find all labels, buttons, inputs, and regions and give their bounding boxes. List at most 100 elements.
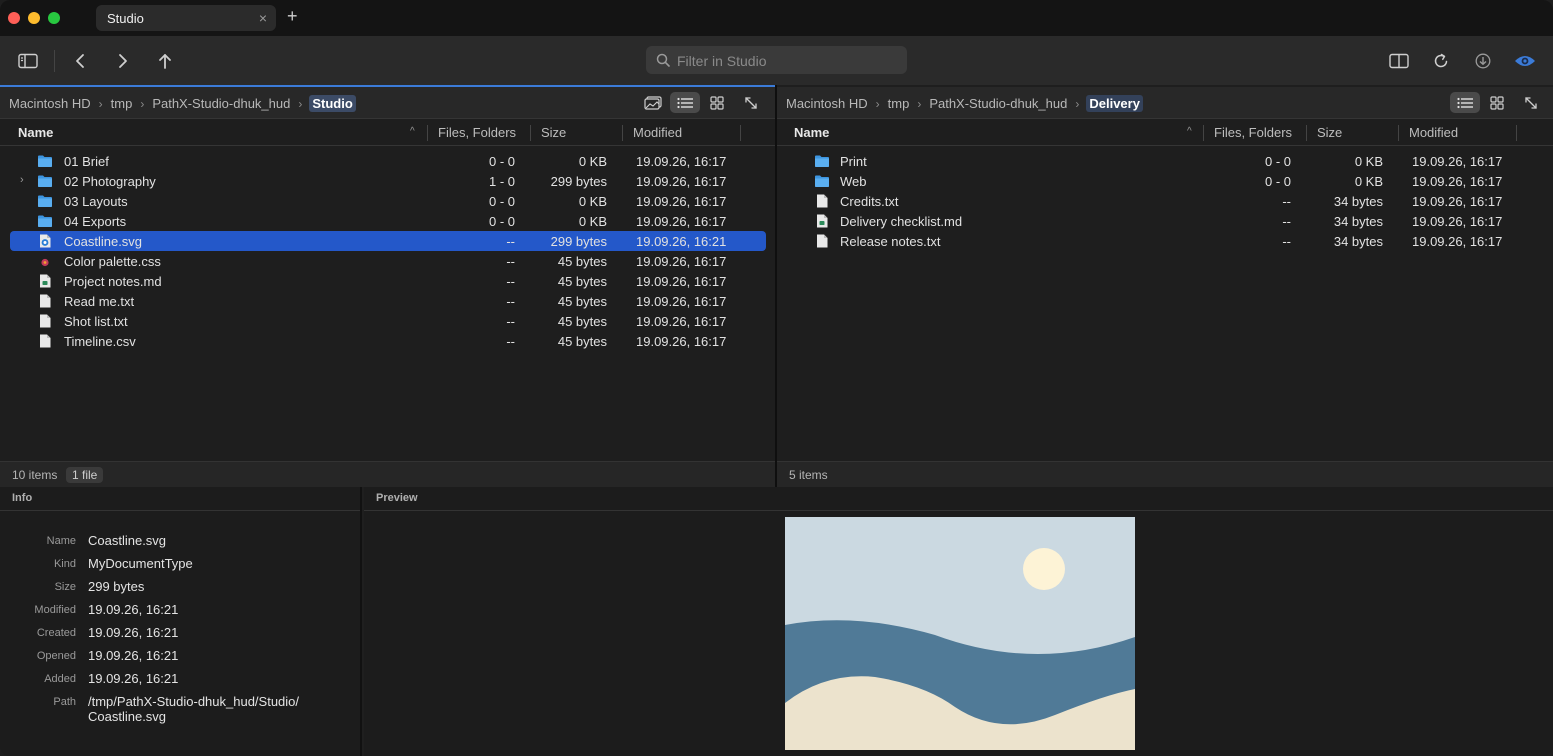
column-divider[interactable] [740, 125, 741, 141]
column-files-folders[interactable]: Files, Folders [438, 125, 516, 140]
refresh-icon [1434, 53, 1448, 68]
file-size: 0 KB [578, 154, 607, 169]
breadcrumb: Macintosh HD › tmp › PathX-Studio-dhuk_h… [8, 95, 356, 112]
zoom-window-button[interactable] [48, 12, 60, 24]
column-divider[interactable] [427, 125, 428, 141]
table-row[interactable]: 03 Layouts 0 - 0 0 KB 19.09.26, 16:17 [0, 191, 775, 211]
gallery-view-button[interactable] [638, 92, 668, 113]
filter-field[interactable]: Filter in Studio [646, 46, 907, 74]
breadcrumb-item[interactable]: PathX-Studio-dhuk_hud [928, 96, 1068, 111]
column-modified[interactable]: Modified [1409, 125, 1458, 140]
info-label: Opened [36, 650, 76, 662]
files-folders-count: -- [506, 274, 515, 289]
info-value[interactable]: 299 bytes [88, 579, 348, 594]
tab-studio[interactable]: Studio × [96, 5, 276, 31]
table-row[interactable]: Timeline.csv -- 45 bytes 19.09.26, 16:17 [0, 331, 775, 351]
column-name[interactable]: Name [794, 125, 829, 140]
table-row[interactable]: Delivery checklist.md -- 34 bytes 19.09.26,… [777, 211, 1553, 231]
forward-button[interactable] [111, 49, 135, 73]
info-value[interactable]: MyDocumentType [88, 556, 348, 571]
expand-pane-button[interactable] [736, 92, 766, 113]
right-browser-pane[interactable]: Macintosh HD › tmp › PathX-Studio-dhuk_h… [777, 85, 1553, 487]
chevron-left-icon [76, 54, 84, 68]
column-size[interactable]: Size [541, 125, 566, 140]
info-value[interactable]: 19.09.26, 16:21 [88, 671, 348, 686]
column-files-folders[interactable]: Files, Folders [1214, 125, 1292, 140]
breadcrumb-item[interactable]: tmp [887, 96, 911, 111]
table-row[interactable]: Web 0 - 0 0 KB 19.09.26, 16:17 [777, 171, 1553, 191]
back-button[interactable] [68, 49, 92, 73]
file-name: 03 Layouts [64, 194, 128, 209]
tab-close-icon[interactable]: × [259, 10, 267, 26]
sidebar-toggle-button[interactable] [16, 49, 40, 73]
breadcrumb-item[interactable]: tmp [110, 96, 134, 111]
info-value[interactable]: /tmp/PathX-Studio-dhuk_hud/Studio/Coastl… [88, 694, 348, 724]
right-column-header: Name ^ Files, Folders Size Modified [777, 120, 1553, 146]
folder-icon [37, 173, 53, 189]
selection-count-badge: 1 file [66, 467, 104, 483]
left-browser-pane[interactable]: Macintosh HD › tmp › PathX-Studio-dhuk_h… [0, 85, 775, 487]
breadcrumb-current[interactable]: Studio [309, 95, 356, 112]
column-modified[interactable]: Modified [633, 125, 682, 140]
breadcrumb-item[interactable]: Macintosh HD [8, 96, 92, 111]
document-icon [37, 273, 53, 289]
disclosure-chevron-icon[interactable]: › [20, 174, 24, 186]
breadcrumb-item[interactable]: PathX-Studio-dhuk_hud [151, 96, 291, 111]
column-divider[interactable] [1306, 125, 1307, 141]
column-divider[interactable] [1203, 125, 1204, 141]
table-row[interactable]: Coastline.svg -- 299 bytes 19.09.26, 16:21 [10, 231, 766, 251]
expand-pane-button[interactable] [1516, 92, 1546, 113]
toolbar: Filter in Studio [0, 36, 1553, 85]
split-view-button[interactable] [1387, 49, 1411, 73]
modified-date: 19.09.26, 16:17 [636, 294, 727, 309]
sort-ascending-icon: ^ [1187, 126, 1192, 137]
modified-date: 19.09.26, 16:17 [1412, 214, 1503, 229]
folder-icon [814, 153, 830, 169]
column-divider[interactable] [1398, 125, 1399, 141]
table-row[interactable]: Color palette.css -- 45 bytes 19.09.26, 16:… [0, 251, 775, 271]
info-value[interactable]: 19.09.26, 16:21 [88, 602, 348, 617]
info-value[interactable]: Coastline.svg [88, 533, 348, 548]
left-file-list: 01 Brief 0 - 0 0 KB 19.09.26, 16:17 › 02 Phot… [0, 151, 775, 351]
file-name: Timeline.csv [64, 334, 136, 349]
grid-view-button[interactable] [1482, 92, 1512, 113]
new-tab-button[interactable]: + [287, 6, 298, 27]
info-value[interactable]: 19.09.26, 16:21 [88, 648, 348, 663]
file-size: 34 bytes [1333, 194, 1383, 209]
table-row[interactable]: › 02 Photography 1 - 0 299 bytes 19.09.26, 1… [0, 171, 775, 191]
close-window-button[interactable] [8, 12, 20, 24]
column-divider[interactable] [530, 125, 531, 141]
minimize-window-button[interactable] [28, 12, 40, 24]
table-row[interactable]: 04 Exports 0 - 0 0 KB 19.09.26, 16:17 [0, 211, 775, 231]
table-row[interactable]: Read me.txt -- 45 bytes 19.09.26, 16:17 [0, 291, 775, 311]
files-folders-count: -- [506, 234, 515, 249]
grid-view-button[interactable] [702, 92, 732, 113]
enclosing-folder-button[interactable] [153, 49, 177, 73]
table-row[interactable]: Project notes.md -- 45 bytes 19.09.26, 16:1… [0, 271, 775, 291]
table-row[interactable]: Shot list.txt -- 45 bytes 19.09.26, 16:17 [0, 311, 775, 331]
breadcrumb-item[interactable]: Macintosh HD [785, 96, 869, 111]
preview-toggle-button[interactable] [1513, 49, 1537, 73]
file-name: 04 Exports [64, 214, 127, 229]
table-row[interactable]: 01 Brief 0 - 0 0 KB 19.09.26, 16:17 [0, 151, 775, 171]
file-name: Read me.txt [64, 294, 135, 309]
column-divider[interactable] [622, 125, 623, 141]
breadcrumb: Macintosh HD › tmp › PathX-Studio-dhuk_h… [785, 95, 1143, 112]
file-name: Shot list.txt [64, 314, 128, 329]
table-row[interactable]: Release notes.txt -- 34 bytes 19.09.26, 16:… [777, 231, 1553, 251]
modified-date: 19.09.26, 16:21 [636, 234, 727, 249]
preview-sun [1023, 548, 1065, 590]
column-divider[interactable] [1516, 125, 1517, 141]
file-name: Release notes.txt [840, 234, 941, 249]
info-value[interactable]: 19.09.26, 16:21 [88, 625, 348, 640]
list-view-button[interactable] [1450, 92, 1480, 113]
files-folders-count: 0 - 0 [488, 194, 515, 209]
table-row[interactable]: Credits.txt -- 34 bytes 19.09.26, 16:17 [777, 191, 1553, 211]
table-row[interactable]: Print 0 - 0 0 KB 19.09.26, 16:17 [777, 151, 1553, 171]
list-view-button[interactable] [670, 92, 700, 113]
refresh-button[interactable] [1429, 49, 1453, 73]
column-name[interactable]: Name [18, 125, 53, 140]
column-size[interactable]: Size [1317, 125, 1342, 140]
download-button[interactable] [1471, 49, 1495, 73]
breadcrumb-current[interactable]: Delivery [1086, 95, 1143, 112]
